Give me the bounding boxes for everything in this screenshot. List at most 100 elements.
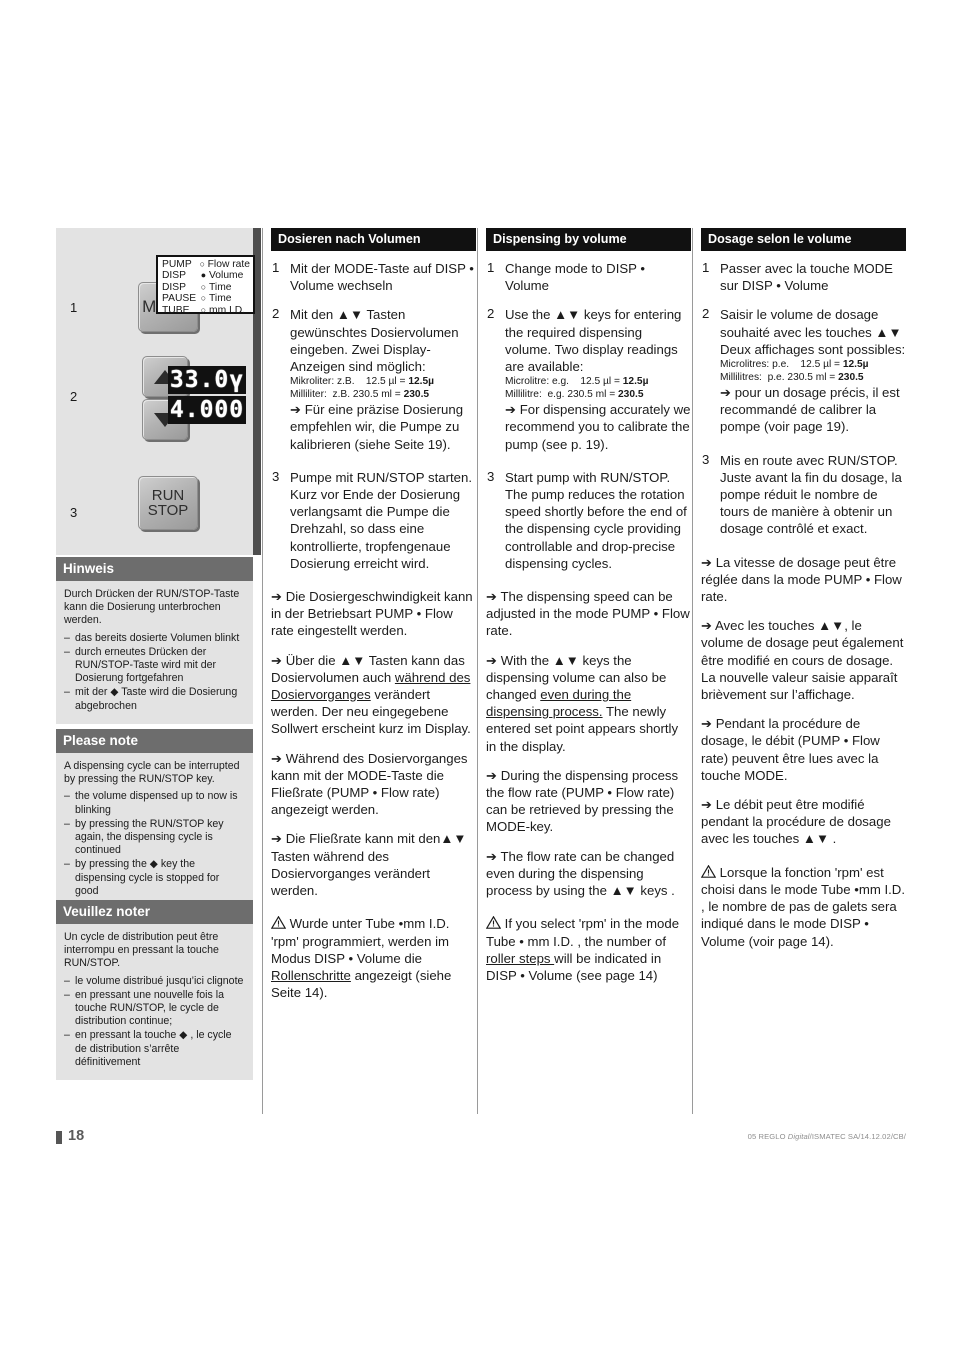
example-eg: p.e. bbox=[767, 372, 785, 384]
example-value: 12.5 µl = bbox=[365, 376, 406, 388]
example-result: 12.5µ bbox=[408, 376, 435, 388]
step-3-german: 3 Pumpe mit RUN/STOP starten. Kurz vor E… bbox=[271, 469, 476, 572]
step-3-english: 3 Start pump with RUN/STOP. The pump red… bbox=[486, 469, 691, 572]
mode-name: DISP bbox=[162, 281, 187, 293]
arrow-note-3: ➔ During the dispensing process the flow… bbox=[486, 767, 679, 835]
note-title: Please note bbox=[56, 729, 253, 753]
example-value: 12.5 µl = bbox=[800, 359, 840, 371]
step-text: Change mode to DISP • Volume bbox=[505, 261, 645, 294]
arrow-note-2-part-a: ➔ Avec les touches ▲▼, le volume de dosa… bbox=[701, 618, 904, 703]
example-label: Millilitres: bbox=[720, 372, 762, 384]
note-block-veuillez-noter: Veuillez noter Un cycle de distribution … bbox=[56, 900, 253, 1081]
doc-code-pre: 05 REGLO bbox=[747, 1132, 788, 1141]
arrow-note-4: ➔ The flow rate can be changed even duri… bbox=[486, 848, 675, 899]
list-item: by pressing the ◆ key the dispensing cyc… bbox=[64, 858, 244, 898]
run-label: RUN bbox=[151, 486, 185, 504]
step-1-english: 1 Change mode to DISP • Volume bbox=[486, 260, 691, 294]
warning-text-a: Lorsque la fonction 'rpm' est choisi dan… bbox=[701, 864, 905, 949]
step-number: 1 bbox=[702, 260, 710, 275]
example-result: 12.5µ bbox=[622, 376, 649, 388]
list-item: en pressant une nouvelle fois la touche … bbox=[64, 989, 244, 1029]
mode-led-icon: ○ bbox=[200, 281, 207, 292]
example-eg: e.g. bbox=[552, 376, 569, 388]
run-stop-button[interactable]: RUN STOP bbox=[138, 476, 198, 530]
example-eg: p.e. bbox=[772, 359, 790, 371]
list-item: by pressing the RUN/STOP key again, the … bbox=[64, 818, 244, 858]
example-row-microlitre: Microlitre: e.g. 12.5 µl = 12.5µ bbox=[505, 375, 691, 388]
mode-param: mm I.D. bbox=[209, 304, 246, 316]
arrow-note-2: ➔ Über die ▲▼ Tasten kann das Dosiervolu… bbox=[271, 652, 476, 738]
step-number: 2 bbox=[272, 306, 280, 322]
column-divider-3 bbox=[692, 228, 693, 1114]
example-eg: z.B. bbox=[332, 389, 351, 401]
step-number: 1 bbox=[272, 260, 280, 275]
note-block-hinweis: Hinweis Durch Drücken der RUN/STOP-Taste… bbox=[56, 557, 253, 724]
column-heading-english: Dispensing by volume bbox=[486, 228, 691, 251]
example-row-millilitre: Milliliter: z.B. 230.5 ml = 230.5 bbox=[290, 388, 476, 401]
step-text: Mit den ▲▼ Tasten gewünschtes Dosiervolu… bbox=[290, 307, 459, 375]
column-heading-french: Dosage selon le volume bbox=[701, 228, 906, 251]
note-body: Un cycle de distribution peut être inter… bbox=[56, 924, 253, 1080]
example-label: Milliliter: bbox=[290, 389, 327, 401]
step-text: Pumpe mit RUN/STOP starten. Kurz vor End… bbox=[290, 469, 472, 571]
mode-row: TUBE ○ mm I.D. bbox=[162, 305, 250, 316]
mode-param: Time bbox=[209, 293, 232, 305]
mode-param: Time bbox=[209, 281, 232, 293]
example-row-millilitre: Millilitres: p.e. 230.5 ml = 230.5 bbox=[720, 371, 906, 384]
column-divider-2 bbox=[477, 228, 478, 1114]
list-item: das bereits dosierte Volumen blinkt bbox=[64, 632, 244, 645]
lcd-display-lower: 4.000 bbox=[168, 396, 246, 424]
example-label: Millilitre: bbox=[505, 389, 542, 401]
step-marker-2: 2 bbox=[70, 389, 78, 404]
example-result: 230.5 bbox=[618, 389, 644, 401]
example-eg: z.B. bbox=[337, 376, 355, 388]
mode-param: Flow rate bbox=[207, 259, 250, 270]
step-number: 3 bbox=[702, 451, 710, 467]
note-body: Durch Drücken der RUN/STOP-Taste kann di… bbox=[56, 581, 253, 724]
step-number: 2 bbox=[702, 306, 710, 322]
note-title: Veuillez noter bbox=[56, 900, 253, 924]
step-marker-3: 3 bbox=[70, 505, 78, 520]
column-english: Dispensing by volume 1 Change mode to DI… bbox=[486, 228, 691, 996]
mode-name: DISP bbox=[162, 270, 187, 282]
arrow-note-1: ➔ The dispensing speed can be adjusted i… bbox=[486, 589, 690, 639]
mode-name: PUMP bbox=[162, 259, 192, 270]
list-item: durch erneutes Drücken der RUN/STOP-Tast… bbox=[64, 646, 244, 686]
manual-page: 1 2 3 MODE RUN STOP PUMP ○ Flow rate DIS… bbox=[0, 0, 954, 1351]
warning-triangle-icon bbox=[486, 916, 501, 930]
example-row-millilitre: Millilitre: e.g. 230.5 ml = 230.5 bbox=[505, 388, 691, 401]
example-result: 230.5 bbox=[403, 389, 430, 401]
mode-name: PAUSE bbox=[162, 293, 197, 305]
example-eg: e.g. bbox=[547, 389, 565, 401]
note-block-please-note: Please note A dispensing cycle can be in… bbox=[56, 729, 253, 910]
doc-code-italic: Digital bbox=[787, 1132, 810, 1141]
warning-note-english: If you select 'rpm' in the mode Tube • m… bbox=[486, 915, 691, 984]
arrow-note-3: ➔ Pendant la procédure de dosage, le déb… bbox=[701, 716, 880, 783]
mode-led-icon: ○ bbox=[200, 293, 207, 304]
note-bullet-list: le volume distribué jusqu’ici clignote e… bbox=[64, 975, 244, 1069]
step-1-german: 1 Mit der MODE-Taste auf DISP • Volume w… bbox=[271, 260, 476, 294]
mode-indicator-panel: PUMP ○ Flow rate DISP ● Volume DISP ○ Ti… bbox=[156, 255, 255, 316]
warning-note-german: Wurde unter Tube •mm I.D. 'rpm' programm… bbox=[271, 915, 476, 1001]
example-label: Mikroliter: bbox=[290, 376, 335, 388]
step-marker-1: 1 bbox=[70, 300, 78, 315]
mode-led-icon: ● bbox=[200, 270, 207, 281]
example-row-microlitre: Microlitres: p.e. 12.5 µl = 12.5µ bbox=[720, 358, 906, 371]
example-result: 230.5 bbox=[838, 372, 864, 384]
arrow-note-1: ➔ La vitesse de dosage peut être réglée … bbox=[701, 554, 902, 605]
warning-triangle-icon bbox=[271, 916, 286, 930]
mode-led-icon: ○ bbox=[199, 259, 206, 269]
step-text: Mis en route avec RUN/STOP. Juste avant … bbox=[720, 452, 902, 537]
page-number: 18 bbox=[68, 1128, 85, 1144]
arrow-note-2: ➔ With the ▲▼ keys the dispensing volume… bbox=[486, 652, 691, 755]
device-illustration-panel: 1 2 3 MODE RUN STOP PUMP ○ Flow rate DIS… bbox=[56, 228, 261, 555]
mode-param: Volume bbox=[209, 270, 244, 282]
arrow-note-4: ➔ Die Fließrate kann mit den▲▼ Tasten wä… bbox=[271, 831, 467, 899]
mode-row: PAUSE ○ Time bbox=[162, 293, 250, 304]
mode-row: DISP ○ Time bbox=[162, 282, 250, 293]
step-text: Start pump with RUN/STOP. The pump reduc… bbox=[505, 469, 687, 571]
note-bullet-list: das bereits dosierte Volumen blinkt durc… bbox=[64, 632, 244, 713]
note-body: A dispensing cycle can be interrupted by… bbox=[56, 753, 253, 909]
step-number: 3 bbox=[272, 468, 280, 484]
column-heading-german: Dosieren nach Volumen bbox=[271, 228, 476, 251]
